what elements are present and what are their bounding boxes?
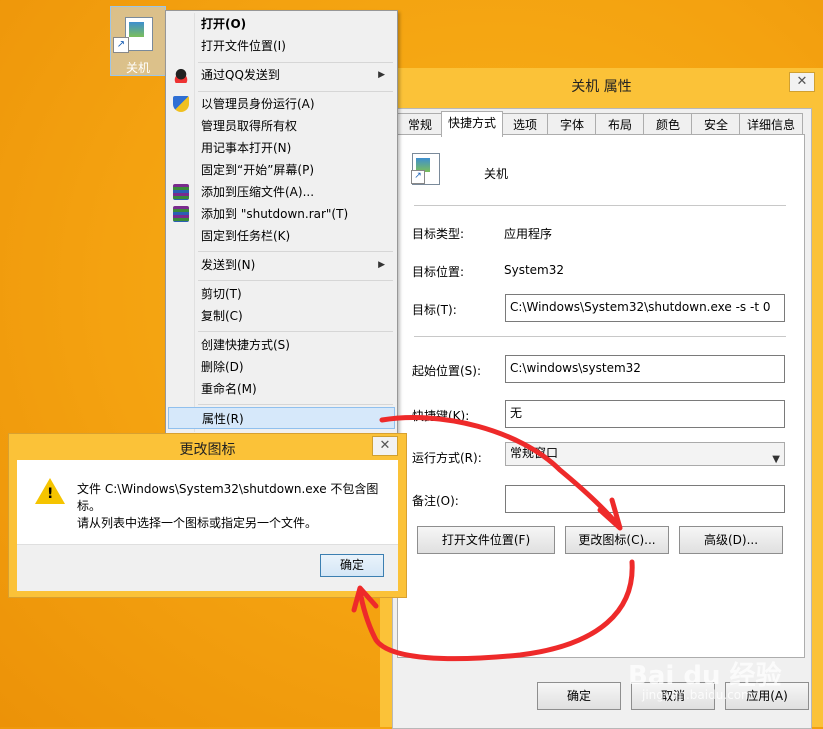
annotation-arrow-1 <box>379 415 621 528</box>
baidu-watermark-url: jingyan.baidu.com <box>642 688 753 702</box>
baidu-watermark: Bai du 经验 <box>628 661 782 691</box>
tab-shortcut[interactable]: 快捷方式 <box>441 111 503 137</box>
annotation-arrows <box>351 415 635 662</box>
annotation-arrow-2 <box>357 559 635 662</box>
